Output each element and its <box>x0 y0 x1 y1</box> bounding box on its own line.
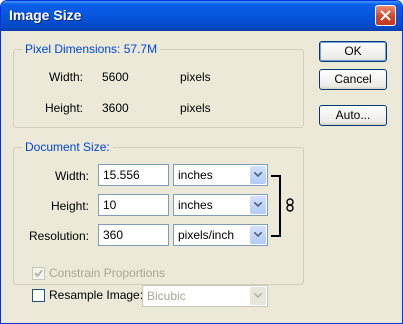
resolution-unit-value: pixels/inch <box>178 228 235 242</box>
checkmark-icon <box>34 269 43 278</box>
pixel-width-unit: pixels <box>180 70 211 84</box>
doc-height-label: Height: <box>50 199 89 213</box>
close-button[interactable] <box>375 5 396 26</box>
pixel-dimensions-size: 57.7M <box>123 42 158 56</box>
resample-method-value: Bicubic <box>147 289 186 303</box>
pixel-width-label: Width: <box>48 70 83 84</box>
auto-button[interactable]: Auto... <box>319 105 387 126</box>
resolution-unit-dropdown[interactable] <box>250 226 266 244</box>
pixel-height-unit: pixels <box>180 101 211 115</box>
doc-height-unit-value: inches <box>178 198 213 212</box>
dialog-body: Pixel Dimensions: 57.7M Width: 5600 pixe… <box>1 31 402 323</box>
pixel-height-label: Height: <box>44 101 83 115</box>
pixel-dimensions-label: Pixel Dimensions: <box>25 42 121 56</box>
resample-method-dropdown[interactable] <box>250 287 266 305</box>
pixel-height-value: 3600 <box>102 101 129 115</box>
resolution-unit-select[interactable]: pixels/inch <box>173 224 268 246</box>
doc-width-unit-dropdown[interactable] <box>250 166 266 184</box>
resolution-label: Resolution: <box>28 229 89 243</box>
chevron-down-icon <box>254 202 262 207</box>
pixel-dimensions-group: Pixel Dimensions: 57.7M <box>13 42 304 128</box>
pixel-width-value: 5600 <box>102 70 129 84</box>
chain-link-icon <box>285 198 295 212</box>
resample-method-select[interactable]: Bicubic <box>142 285 268 307</box>
doc-width-unit-select[interactable]: inches <box>173 164 268 186</box>
constrain-proportions-checkbox[interactable] <box>32 267 45 280</box>
dialog-title: Image Size <box>9 7 82 23</box>
doc-height-unit-select[interactable]: inches <box>173 194 268 216</box>
doc-width-label: Width: <box>54 169 89 183</box>
pixel-dimensions-legend: Pixel Dimensions: 57.7M <box>22 42 160 56</box>
ok-button[interactable]: OK <box>319 41 387 62</box>
doc-width-unit-value: inches <box>178 168 213 182</box>
document-size-legend: Document Size: <box>25 140 110 154</box>
doc-width-field[interactable]: 15.556 <box>98 164 169 186</box>
resample-image-checkbox[interactable] <box>32 289 45 302</box>
image-size-dialog: Image Size Pixel Dimensions: 57.7M Width… <box>0 0 403 324</box>
chevron-down-icon <box>254 232 262 237</box>
doc-height-field[interactable]: 10 <box>98 194 169 216</box>
title-bar[interactable]: Image Size <box>1 1 402 31</box>
resolution-field[interactable]: 360 <box>98 224 169 246</box>
constrain-proportions-label: Constrain Proportions <box>49 266 166 280</box>
constrain-bracket <box>271 175 281 237</box>
close-icon <box>380 10 391 21</box>
chevron-down-icon <box>254 172 262 177</box>
cancel-button[interactable]: Cancel <box>319 69 387 90</box>
resample-image-label: Resample Image: <box>49 288 144 302</box>
doc-height-unit-dropdown[interactable] <box>250 196 266 214</box>
chevron-down-icon <box>254 293 262 298</box>
